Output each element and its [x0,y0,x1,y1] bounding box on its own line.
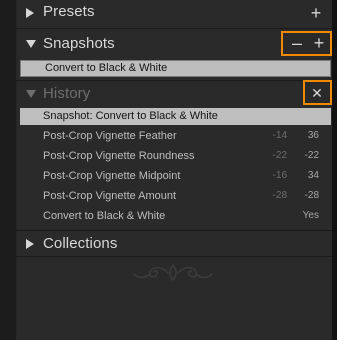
history-row-label: Convert to Black & White [43,210,166,222]
presets-header[interactable]: Presets + [16,0,332,28]
history-row-label: Snapshot: Convert to Black & White [43,110,218,122]
history-row-before-value: -28 [272,190,287,201]
presets-title: Presets [43,3,95,20]
history-row-before-value: -14 [272,130,287,141]
history-row-after-value: 36 [307,130,319,141]
presets-expand-icon[interactable] [26,8,34,18]
lightroom-left-panel: Presets + Snapshots – + Convert to Black… [0,0,337,340]
snapshots-title: Snapshots [43,35,115,52]
history-row[interactable]: Post-Crop Vignette Amount -28 -28 [20,186,331,206]
presets-add-button[interactable]: + [309,4,323,22]
history-row[interactable]: Snapshot: Convert to Black & White [20,108,331,125]
history-row-before-value: -16 [272,170,287,181]
history-row-after-value: -22 [304,150,319,161]
collections-expand-icon[interactable] [26,239,34,249]
history-row[interactable]: Convert to Black & White Yes [20,206,331,226]
history-clear-button[interactable]: ✕ [310,84,324,102]
panel-left-edge [0,0,17,340]
history-row[interactable]: Post-Crop Vignette Midpoint -16 34 [20,166,331,186]
history-row-after-value: 34 [307,170,319,181]
snapshots-remove-button[interactable]: – [290,34,304,52]
history-header[interactable]: History [16,80,332,108]
collections-title: Collections [43,235,118,252]
panel-scrollbar-track[interactable] [332,0,337,340]
history-row-label: Post-Crop Vignette Roundness [43,150,195,162]
ornament-icon [133,263,213,282]
snapshots-collapse-icon[interactable] [26,40,36,48]
divider [16,28,332,29]
history-row-after-value: Yes [302,210,319,221]
history-row-label: Post-Crop Vignette Midpoint [43,170,181,182]
history-row-before-value: -22 [272,150,287,161]
collections-header[interactable]: Collections + [16,230,332,258]
history-row-label: Post-Crop Vignette Feather [43,130,177,142]
history-row[interactable]: Post-Crop Vignette Feather -14 36 [20,126,331,146]
history-row[interactable]: Post-Crop Vignette Roundness -22 -22 [20,146,331,166]
history-row-after-value: -28 [304,190,319,201]
history-row-label: Post-Crop Vignette Amount [43,190,177,202]
snapshots-add-button[interactable]: + [312,34,326,52]
divider [16,256,332,257]
history-title: History [43,85,91,102]
history-collapse-icon[interactable] [26,90,36,98]
snapshot-item[interactable]: Convert to Black & White [20,60,331,77]
